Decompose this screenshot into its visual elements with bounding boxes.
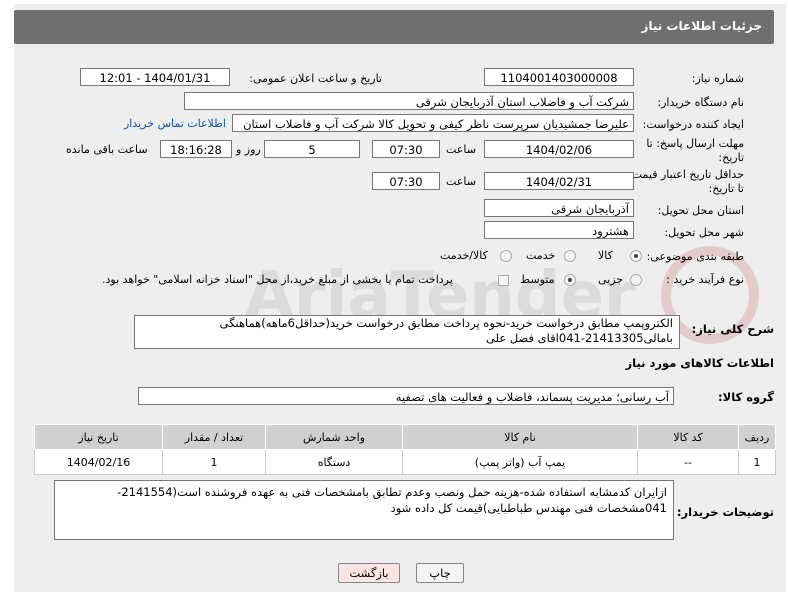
process-label: نوع فرآیند خرید : bbox=[666, 273, 744, 286]
page-header: جزئیات اطلاعات نیاز bbox=[14, 10, 774, 44]
deadline-label: مهلت ارسال پاسخ: تا bbox=[646, 137, 744, 150]
process-radio-partial[interactable] bbox=[630, 274, 642, 286]
city-label: شهر محل تحویل: bbox=[664, 226, 744, 239]
validity-time-field: 07:30 bbox=[372, 172, 440, 190]
category-radio-service[interactable] bbox=[564, 250, 576, 262]
category-goods-service-label: کالا/خدمت bbox=[440, 249, 488, 262]
cell-qty: 1 bbox=[162, 449, 266, 475]
day-and-label: روز و bbox=[236, 143, 261, 156]
cell-date: 1404/02/16 bbox=[34, 449, 163, 475]
print-button[interactable]: چاپ bbox=[416, 563, 464, 583]
need-number-field: 1104001403000008 bbox=[484, 68, 634, 86]
validity-date-field: 1404/02/31 bbox=[484, 172, 634, 190]
validity-hour-label: ساعت bbox=[446, 175, 476, 188]
description-label: شرح کلی نیاز: bbox=[691, 322, 774, 336]
buyer-contact-link[interactable]: اطلاعات تماس خریدار bbox=[124, 117, 226, 130]
goods-table: ردیف کد کالا نام کالا واحد شمارش تعداد /… bbox=[34, 424, 776, 475]
buyer-org-label: نام دستگاه خریدار: bbox=[657, 96, 744, 109]
province-field: آذربایجان شرقی bbox=[484, 199, 634, 217]
process-radio-medium[interactable] bbox=[564, 274, 576, 286]
col-unit: واحد شمارش bbox=[265, 424, 403, 450]
table-row: 1 -- پمپ آب (واتر پمپ) دستگاه 1 1404/02/… bbox=[34, 449, 776, 475]
cell-code: -- bbox=[637, 449, 739, 475]
page-title: جزئیات اطلاعات نیاز bbox=[641, 19, 762, 33]
announce-field: 1404/01/31 - 12:01 bbox=[80, 68, 230, 86]
announce-label: تاریخ و ساعت اعلان عمومی: bbox=[249, 72, 382, 85]
validity-label: حداقل تاریخ اعتبار قیمت: bbox=[628, 168, 744, 181]
treasury-payment-checkbox[interactable] bbox=[498, 275, 509, 286]
description-textarea[interactable]: الکتروپمپ مطابق درخواست خرید-نحوه پرداخت… bbox=[134, 315, 680, 349]
goods-group-field: آب رسانی؛ مدیریت پسماند، فاضلاب و فعالیت… bbox=[138, 387, 674, 405]
col-row: ردیف bbox=[738, 424, 776, 450]
cell-name: پمپ آب (واتر پمپ) bbox=[402, 449, 638, 475]
category-radio-goods[interactable] bbox=[630, 250, 642, 262]
buyer-notes-textarea[interactable]: ازایران کدمشابه استفاده شده-هزینه حمل ون… bbox=[54, 480, 674, 540]
buyer-notes-label: توضیحات خریدار: bbox=[676, 505, 774, 519]
deadline-label-2: تاریخ: bbox=[718, 151, 744, 164]
category-service-label: خدمت bbox=[526, 249, 556, 262]
deadline-hour-label: ساعت bbox=[446, 143, 476, 156]
cell-row: 1 bbox=[738, 449, 776, 475]
payment-note: پرداخت تمام یا بخشی از مبلغ خرید،از محل … bbox=[102, 273, 453, 286]
goods-section-title: اطلاعات کالاهای مورد نیاز bbox=[625, 356, 774, 370]
province-label: استان محل تحویل: bbox=[657, 204, 744, 217]
remaining-label: ساعت باقی مانده bbox=[66, 143, 148, 156]
deadline-time-field: 07:30 bbox=[372, 140, 440, 158]
city-field: هشترود bbox=[484, 221, 634, 239]
process-medium-label: متوسط bbox=[520, 273, 555, 286]
col-qty: تعداد / مقدار bbox=[162, 424, 266, 450]
col-name: نام کالا bbox=[402, 424, 638, 450]
category-goods-label: کالا bbox=[598, 249, 613, 262]
back-button[interactable]: بازگشت bbox=[338, 563, 400, 583]
buyer-org-field: شرکت آب و فاضلاب استان آذربایجان شرقی bbox=[184, 92, 634, 110]
category-label: طبقه بندی موضوعی: bbox=[646, 250, 744, 263]
creator-field: علیرضا جمشیدیان سرپرست ناظر کیفی و تحویل… bbox=[232, 114, 634, 132]
cell-unit: دستگاه bbox=[265, 449, 403, 475]
need-number-label: شماره نیاز: bbox=[691, 72, 744, 85]
validity-label-2: تا تاریخ: bbox=[708, 182, 744, 195]
category-radio-goods-service[interactable] bbox=[500, 250, 512, 262]
remaining-time-field: 18:16:28 bbox=[160, 140, 232, 158]
col-date: تاریخ نیاز bbox=[34, 424, 163, 450]
days-field: 5 bbox=[264, 140, 360, 158]
deadline-date-field: 1404/02/06 bbox=[484, 140, 634, 158]
creator-label: ایجاد کننده درخواست: bbox=[642, 118, 744, 131]
col-code: کد کالا bbox=[637, 424, 739, 450]
goods-group-label: گروه کالا: bbox=[718, 390, 774, 404]
process-partial-label: جزیی bbox=[598, 273, 624, 286]
